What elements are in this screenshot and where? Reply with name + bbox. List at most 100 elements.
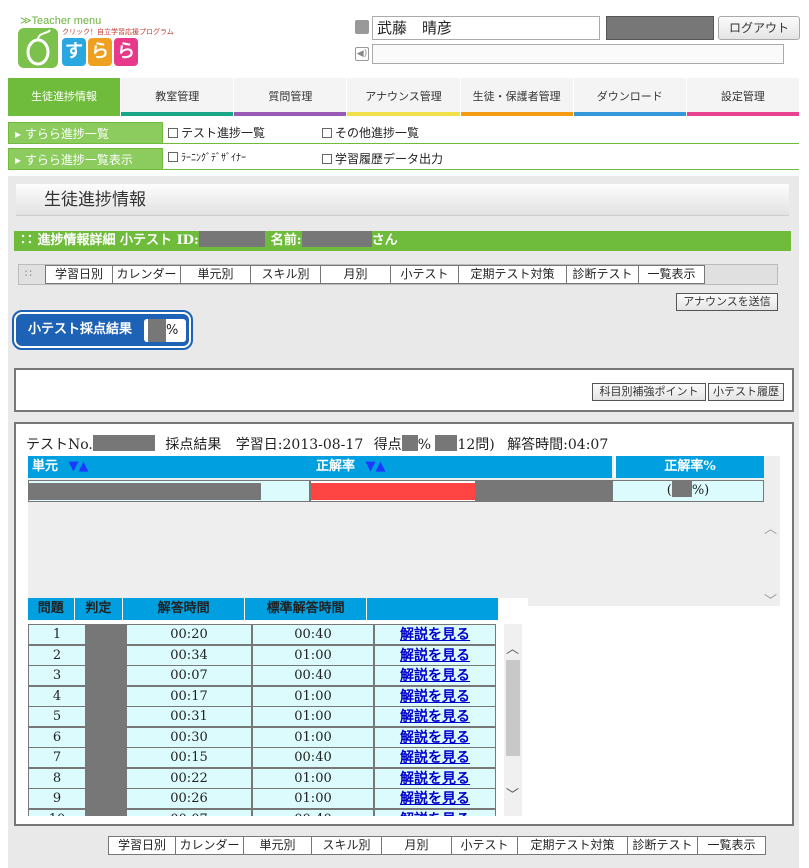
- tab-diagnostic-bottom[interactable]: 診断テスト: [628, 836, 698, 855]
- scroll-up-icon[interactable]: ︿: [506, 638, 519, 657]
- nav-questions[interactable]: 質問管理: [234, 78, 348, 116]
- logo-wordmark: すらら: [62, 38, 140, 66]
- q-time-cell: 00:20: [126, 624, 252, 645]
- send-announcement-button[interactable]: アナウンスを送信: [676, 293, 778, 311]
- scroll-down-icon[interactable]: ﹀: [506, 784, 519, 803]
- subnav-other-progress[interactable]: その他進捗一覧: [322, 122, 419, 144]
- tab-by-unit[interactable]: 単元別: [181, 265, 251, 284]
- q-time-cell: 00:26: [126, 788, 252, 809]
- quiz-history-button[interactable]: 小テスト履歴: [708, 383, 784, 401]
- arrow-box-icon: [168, 128, 178, 138]
- q-no-cell: 1: [28, 624, 86, 645]
- tab-list-view[interactable]: 一覧表示: [639, 265, 705, 284]
- scroll-down-icon[interactable]: ﹀: [764, 590, 777, 609]
- q-judge-cell: [86, 624, 126, 645]
- nav-classroom[interactable]: 教室管理: [121, 78, 235, 116]
- tab-monthly[interactable]: 月別: [321, 265, 391, 284]
- view-explanation-link[interactable]: 解説を見る: [400, 709, 470, 725]
- q-no-cell: 7: [28, 747, 86, 768]
- score-value-box: %: [144, 319, 186, 342]
- scroll-up-icon[interactable]: ︿: [764, 518, 777, 537]
- tab-by-skill[interactable]: スキル別: [251, 265, 321, 284]
- subnav-learning-designer[interactable]: ﾗｰﾆﾝｸﾞﾃﾞｻﾞｲﾅｰ: [168, 148, 246, 170]
- arrow-box-icon: [322, 128, 332, 138]
- user-icon: [355, 20, 369, 34]
- detail-header: ∷ 進捗情報詳細 小テスト ID: 名前: さん: [14, 231, 791, 251]
- tabs-bottom: 学習日別 カレンダー 単元別 スキル別 月別 小テスト 定期テスト対策 診断テス…: [108, 836, 766, 855]
- tab-by-date[interactable]: 学習日別: [45, 265, 113, 284]
- tab-quiz-bottom[interactable]: 小テスト: [452, 836, 518, 855]
- subject-weak-points-button[interactable]: 科目別補強ポイント: [592, 383, 706, 401]
- sort-arrows-icon[interactable]: ▼▲: [366, 459, 386, 474]
- tab-quiz[interactable]: 小テスト: [391, 265, 459, 284]
- subnav-label: 学習履歴データ出力: [335, 152, 444, 166]
- view-explanation-link[interactable]: 解説を見る: [400, 750, 470, 766]
- view-explanation-link[interactable]: 解説を見る: [400, 627, 470, 643]
- subnav-row-2: ▸ すらら進捗一覧表示 ﾗｰﾆﾝｸﾞﾃﾞｻﾞｲﾅｰ 学習履歴データ出力: [8, 148, 799, 170]
- logo-char-3: ら: [114, 38, 138, 66]
- unit-header[interactable]: 単元 ▼▲: [28, 456, 312, 478]
- subnav-active-progress-display[interactable]: ▸ すらら進捗一覧表示: [8, 148, 163, 170]
- nav-settings[interactable]: 設定管理: [686, 78, 799, 116]
- surara-logo[interactable]: クリック！自立学習応援プログラム すらら: [18, 28, 174, 70]
- score-pct: %: [417, 437, 431, 453]
- tab-list-view-bottom[interactable]: 一覧表示: [698, 836, 766, 855]
- score-label: 得点: [373, 437, 402, 453]
- subnav-label: すらら進捗一覧: [24, 127, 109, 141]
- redacted-bar: [475, 481, 613, 501]
- teacher-menu-label: ≫Teacher menu: [20, 15, 102, 27]
- tab-by-date-bottom[interactable]: 学習日別: [108, 836, 176, 855]
- q-time-cell: 00:07: [126, 665, 252, 686]
- score-label: 小テスト採点結果: [28, 322, 133, 337]
- subnav-history-export[interactable]: 学習履歴データ出力: [322, 148, 443, 170]
- q-no-cell: 3: [28, 665, 86, 686]
- subnav-active-progress-list[interactable]: ▸ すらら進捗一覧: [8, 122, 163, 144]
- subnav-test-progress[interactable]: テスト進捗一覧: [168, 122, 265, 144]
- q-time-cell: 00:15: [126, 747, 252, 768]
- nav-label: ダウンロード: [596, 90, 663, 103]
- q-std-cell: 00:40: [252, 624, 374, 645]
- sort-arrows-icon[interactable]: ▼▲: [69, 459, 89, 474]
- accuracy-header[interactable]: 正解率 ▼▲: [312, 456, 612, 478]
- arrow-box-icon: [322, 154, 332, 164]
- nav-students-parents[interactable]: 生徒・保護者管理: [460, 78, 574, 116]
- subnav-label: ﾗｰﾆﾝｸﾞﾃﾞｻﾞｲﾅｰ: [181, 153, 246, 164]
- nav-student-progress[interactable]: 生徒進捗情報: [8, 78, 122, 116]
- question-count: 12問): [457, 437, 495, 453]
- tab-monthly-bottom[interactable]: 月別: [382, 836, 452, 855]
- pct-close: %): [691, 483, 710, 498]
- q-link-cell: 解説を見る: [374, 808, 496, 817]
- speaker-icon: ◀): [355, 47, 369, 61]
- tab-term-test[interactable]: 定期テスト対策: [459, 265, 567, 284]
- scroll-thumb[interactable]: [506, 660, 520, 756]
- q-std-cell: 01:00: [252, 767, 374, 789]
- q-no-cell: 10: [28, 808, 86, 816]
- detail-name-label: 名前:: [270, 233, 302, 248]
- logout-button[interactable]: ログアウト: [718, 16, 800, 40]
- tab-by-unit-bottom[interactable]: 単元別: [244, 836, 312, 855]
- view-explanation-link[interactable]: 解説を見る: [400, 771, 470, 787]
- q-col-std-time: 標準解答時間: [245, 598, 368, 620]
- tab-by-skill-bottom[interactable]: スキル別: [312, 836, 382, 855]
- view-explanation-link[interactable]: 解説を見る: [400, 648, 470, 664]
- q-link-cell: 解説を見る: [374, 788, 496, 809]
- view-explanation-link[interactable]: 解説を見る: [400, 791, 470, 807]
- view-explanation-link[interactable]: 解説を見る: [400, 668, 470, 684]
- score-unit: %: [166, 323, 179, 338]
- tab-bar-top: ∷ 学習日別 カレンダー 単元別 スキル別 月別 小テスト 定期テスト対策 診断…: [18, 264, 778, 285]
- view-explanation-link[interactable]: 解説を見る: [400, 730, 470, 746]
- view-explanation-link[interactable]: 解説を見る: [400, 689, 470, 705]
- view-explanation-link[interactable]: 解説を見る: [400, 812, 470, 817]
- tab-calendar-bottom[interactable]: カレンダー: [176, 836, 244, 855]
- redacted-name: [301, 231, 372, 247]
- unit-table-scroll[interactable]: 単元 ▼▲ 正解率 ▼▲ 正解率% (%) ︿ ﹀: [28, 456, 780, 609]
- tab-calendar[interactable]: カレンダー: [113, 265, 181, 284]
- tab-term-test-bottom[interactable]: 定期テスト対策: [518, 836, 628, 855]
- nav-announce[interactable]: アナウンス管理: [347, 78, 461, 116]
- q-no-cell: 5: [28, 706, 86, 727]
- question-scrollbar[interactable]: ︿ ﹀: [504, 624, 522, 816]
- question-table-scroll[interactable]: 問題 判定 解答時間 標準解答時間 1 00:20 00:40 解説を見る 2 00:34…: [28, 598, 528, 818]
- nav-download[interactable]: ダウンロード: [573, 78, 687, 116]
- tab-diagnostic[interactable]: 診断テスト: [567, 265, 639, 284]
- q-col-link: [367, 598, 498, 620]
